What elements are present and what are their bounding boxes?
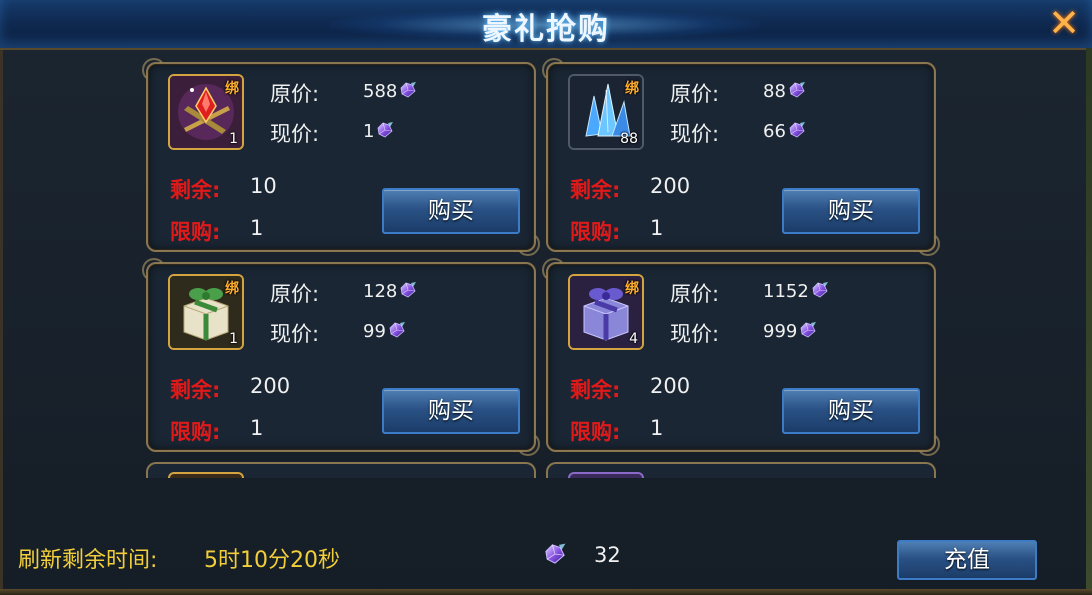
remaining-label: 剩余:	[570, 378, 621, 402]
bottom-border	[0, 589, 1092, 595]
original-price-value: 128	[363, 280, 418, 302]
limit-label: 限购:	[170, 420, 221, 444]
current-price-value: 66	[763, 120, 807, 142]
item-quantity: 4	[629, 331, 638, 347]
current-price-value: 999	[763, 320, 818, 342]
diamond-icon	[798, 320, 818, 340]
shop-item-card-partial	[546, 462, 936, 478]
shop-item-card: 绑 1 原价: 128 现价: 99 剩余: 200 限购: 1 购买	[142, 258, 540, 456]
refresh-timer-value: 5时10分20秒	[204, 548, 340, 573]
diamond-icon	[542, 541, 568, 567]
limit-value: 1	[250, 216, 264, 240]
current-price-value: 1	[363, 120, 395, 142]
map-edge	[1086, 48, 1092, 595]
current-price-label: 现价:	[670, 122, 720, 146]
item-quantity: 1	[229, 131, 238, 147]
green-gift-box-icon: 绑 1	[168, 274, 244, 350]
remaining-label: 剩余:	[170, 178, 221, 202]
refresh-timer-label: 刷新剩余时间:	[18, 548, 158, 573]
shop-item-card-partial	[146, 462, 536, 478]
diamond-icon	[387, 320, 407, 340]
buy-button[interactable]: 购买	[782, 188, 920, 234]
original-price-value: 588	[363, 80, 418, 102]
purple-gift-box-icon: 绑 4	[568, 274, 644, 350]
bind-tag: 绑	[225, 81, 239, 97]
item-icon-partial	[568, 472, 644, 478]
buy-button[interactable]: 购买	[382, 188, 520, 234]
shop-item-card: 绑 1 原价: 588 现价: 1 剩余: 10 限购: 1 购买	[142, 58, 540, 256]
diamond-icon	[375, 120, 395, 140]
item-list[interactable]: 绑 1 原价: 588 现价: 1 剩余: 10 限购: 1 购买 绑 88 原…	[140, 58, 940, 478]
remaining-label: 剩余:	[170, 378, 221, 402]
limit-value: 1	[650, 216, 664, 240]
diamond-icon	[398, 280, 418, 300]
buy-button[interactable]: 购买	[782, 388, 920, 434]
buy-button[interactable]: 购买	[382, 388, 520, 434]
item-quantity: 1	[229, 331, 238, 347]
limit-label: 限购:	[170, 220, 221, 244]
diamond-icon	[398, 80, 418, 100]
item-icon-partial	[168, 472, 244, 478]
limit-label: 限购:	[570, 420, 621, 444]
blue-crystal-icon: 绑 88	[568, 74, 644, 150]
current-price-label: 现价:	[270, 322, 320, 346]
bind-tag: 绑	[625, 81, 639, 97]
window-title: 豪礼抢购	[482, 12, 610, 47]
remaining-value: 200	[650, 374, 691, 398]
current-price-value: 99	[363, 320, 407, 342]
limit-label: 限购:	[570, 220, 621, 244]
shop-item-card: 绑 4 原价: 1152 现价: 999 剩余: 200 限购: 1 购买	[542, 258, 940, 456]
bind-tag: 绑	[625, 281, 639, 297]
close-icon[interactable]: ✕	[1046, 4, 1082, 42]
remaining-value: 10	[250, 174, 277, 198]
original-price-label: 原价:	[270, 282, 320, 306]
original-price-label: 原价:	[670, 282, 720, 306]
diamond-balance: 32	[594, 543, 621, 567]
current-price-label: 现价:	[270, 122, 320, 146]
ruby-gem-icon: 绑 1	[168, 74, 244, 150]
remaining-value: 200	[250, 374, 291, 398]
diamond-icon	[787, 80, 807, 100]
diamond-icon	[810, 280, 830, 300]
original-price-label: 原价:	[670, 82, 720, 106]
remaining-value: 200	[650, 174, 691, 198]
diamond-icon	[787, 120, 807, 140]
current-price-label: 现价:	[670, 322, 720, 346]
original-price-value: 88	[763, 80, 807, 102]
bind-tag: 绑	[225, 281, 239, 297]
item-quantity: 88	[620, 131, 638, 147]
recharge-button[interactable]: 充值	[897, 540, 1037, 580]
original-price-value: 1152	[763, 280, 830, 302]
limit-value: 1	[650, 416, 664, 440]
remaining-label: 剩余:	[570, 178, 621, 202]
original-price-label: 原价:	[270, 82, 320, 106]
shop-item-card: 绑 88 原价: 88 现价: 66 剩余: 200 限购: 1 购买	[542, 58, 940, 256]
limit-value: 1	[250, 416, 264, 440]
